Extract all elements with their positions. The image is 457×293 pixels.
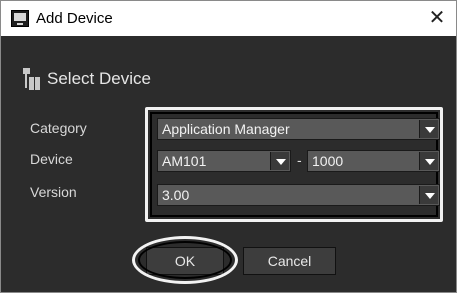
version-dropdown[interactable]: 3.00 [157,184,440,206]
app-icon [11,10,29,27]
device-separator: - [297,152,302,168]
category-label: Category [30,120,87,136]
close-button[interactable]: ✕ [422,3,452,33]
category-value: Application Manager [162,121,290,137]
device-value: AM101 [162,153,207,169]
device-label: Device [30,151,73,167]
dialog-title: Add Device [36,10,113,27]
model-value: 1000 [312,153,344,169]
chevron-down-icon[interactable] [419,120,438,138]
cancel-button[interactable]: Cancel [243,247,336,275]
section-title: Select Device [47,69,151,88]
chevron-down-icon[interactable] [270,152,289,170]
add-device-dialog: Add Device ✕ Select Device Category Devi… [0,0,457,293]
chevron-down-icon[interactable] [419,186,438,204]
category-dropdown[interactable]: Application Manager [157,118,440,140]
ok-highlight-ring-inner [138,241,232,279]
version-label: Version [30,184,77,200]
device-tree-icon [23,68,41,90]
chevron-down-icon[interactable] [419,152,438,170]
model-dropdown[interactable]: 1000 [307,150,440,172]
version-value: 3.00 [162,187,190,203]
title-bar: Add Device ✕ [1,1,456,36]
device-dropdown[interactable]: AM101 [157,150,291,172]
